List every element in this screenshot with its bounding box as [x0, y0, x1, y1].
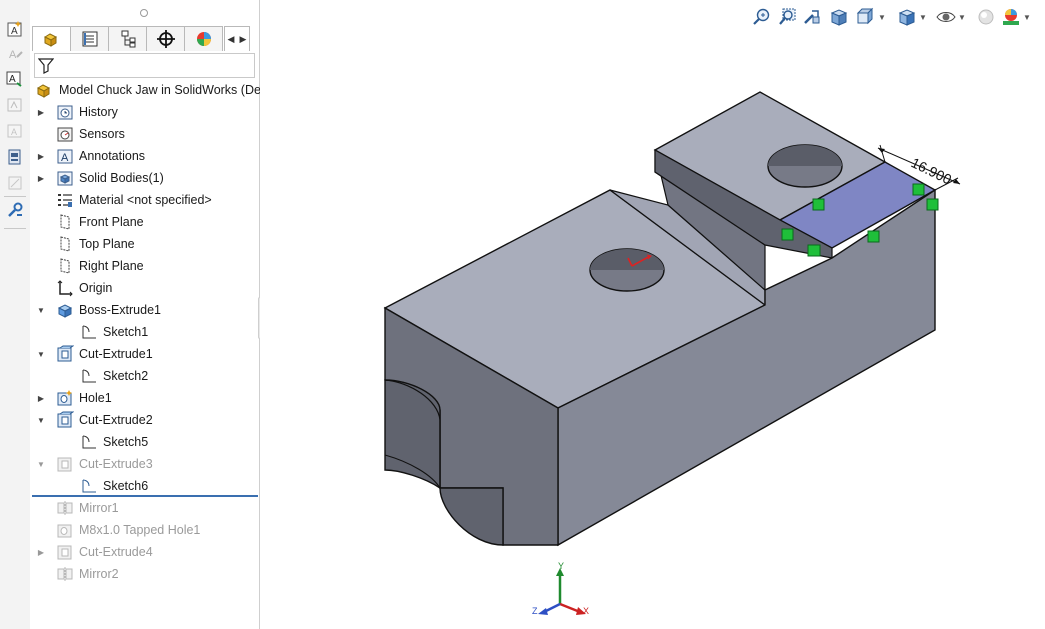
expand-arrow-icon[interactable]: ▶ — [36, 393, 46, 403]
expand-arrow-icon[interactable]: ▶ — [36, 151, 46, 161]
sensors-icon — [56, 125, 74, 143]
part-icon — [36, 81, 54, 99]
svg-text:A: A — [9, 74, 16, 85]
tree-item-hole1[interactable]: ▶ Hole1 — [36, 387, 112, 409]
smart-dimension-icon[interactable]: A — [4, 19, 25, 39]
svg-text:A: A — [9, 49, 17, 61]
plane-icon — [56, 257, 74, 275]
triad-z-label: Z — [532, 606, 538, 616]
tree-item-front-plane[interactable]: Front Plane — [56, 211, 144, 233]
tree-item-mirror1[interactable]: Mirror1 — [56, 497, 119, 519]
tree-root-part[interactable]: Model Chuck Jaw in SolidWorks (Defa — [36, 79, 271, 101]
annotation-properties-icon[interactable] — [4, 200, 25, 220]
hole-icon — [56, 389, 74, 407]
tree-filter-input[interactable] — [34, 53, 255, 78]
tab-scroll-arrows: ◀ ▶ — [224, 26, 250, 51]
tree-item-mirror2[interactable]: Mirror2 — [56, 563, 119, 585]
collapse-arrow-icon[interactable]: ▼ — [36, 459, 46, 469]
tree-item-cut-extrude1[interactable]: ▼ Cut-Extrude1 — [36, 343, 153, 365]
weld-symbol-icon[interactable] — [4, 173, 25, 193]
solid-bodies-icon — [56, 169, 74, 187]
cut-extrude-icon — [56, 543, 74, 561]
tree-item-material[interactable]: Material <not specified> — [56, 189, 212, 211]
tree-item-solid-bodies[interactable]: ▶ Solid Bodies(1) — [36, 167, 164, 189]
tab-configuration-manager[interactable] — [108, 26, 147, 51]
property-manager-icon — [82, 31, 97, 47]
tree-item-annotations[interactable]: ▶ A Annotations — [36, 145, 145, 167]
chuck-jaw-model[interactable]: 16.900 — [260, 0, 1045, 629]
collapse-arrow-icon[interactable]: ▼ — [36, 305, 46, 315]
tree-item-origin[interactable]: Origin — [56, 277, 112, 299]
sketch-icon — [80, 433, 98, 451]
tree-item-cut-extrude3[interactable]: ▼ Cut-Extrude3 — [36, 453, 153, 475]
expand-arrow-icon[interactable]: ▶ — [36, 107, 46, 117]
origin-icon — [56, 279, 74, 297]
tree-item-sketch1[interactable]: Sketch1 — [80, 321, 148, 343]
sketch-icon — [80, 477, 98, 495]
toolbar-divider — [4, 228, 26, 229]
geometric-tolerance-icon[interactable] — [4, 95, 25, 115]
tree-item-tapped-hole1[interactable]: M8x1.0 Tapped Hole1 — [56, 519, 200, 541]
boss-extrude-icon — [56, 301, 74, 319]
tab-display-manager[interactable] — [184, 26, 223, 51]
tree-item-right-plane[interactable]: Right Plane — [56, 255, 144, 277]
cut-extrude-icon — [56, 345, 74, 363]
reference-triad: Y X Z — [532, 561, 589, 616]
auto-balloon-icon[interactable]: A — [4, 69, 25, 89]
tree-item-boss-extrude1[interactable]: ▼ Boss-Extrude1 — [36, 299, 161, 321]
cut-extrude-icon — [56, 411, 74, 429]
mirror-icon — [56, 499, 74, 517]
triad-x-label: X — [583, 606, 589, 616]
expand-arrow-icon[interactable]: ▶ — [36, 547, 46, 557]
tree-item-cut-extrude2[interactable]: ▼ Cut-Extrude2 — [36, 409, 153, 431]
tab-feature-manager[interactable] — [32, 26, 71, 51]
tree-item-top-plane[interactable]: Top Plane — [56, 233, 135, 255]
dimxpert-crosshair-icon — [156, 30, 175, 48]
annotations-icon: A — [56, 147, 74, 165]
tree-root-label: Model Chuck Jaw in SolidWorks (Defa — [59, 83, 272, 97]
svg-text:A: A — [11, 26, 18, 37]
sketch-icon — [80, 367, 98, 385]
filter-funnel-icon — [38, 58, 54, 74]
material-icon — [56, 191, 74, 209]
collapse-arrow-icon[interactable]: ▼ — [36, 415, 46, 425]
tree-item-history[interactable]: ▶ History — [36, 101, 118, 123]
tab-property-manager[interactable] — [70, 26, 109, 51]
surface-finish-icon[interactable]: A — [4, 121, 25, 141]
sketch-icon — [80, 323, 98, 341]
datum-feature-icon[interactable] — [4, 147, 25, 167]
history-icon — [56, 103, 74, 121]
plane-icon — [56, 235, 74, 253]
tree-item-cut-extrude4[interactable]: ▶ Cut-Extrude4 — [36, 541, 153, 563]
triad-y-label: Y — [558, 561, 564, 571]
display-manager-icon — [196, 32, 211, 46]
mirror-icon — [56, 565, 74, 583]
note-icon[interactable]: A — [4, 44, 25, 64]
expand-arrow-icon[interactable]: ▶ — [36, 173, 46, 183]
graphics-viewport[interactable]: ▼ ▼ ▼ ▼ 16.900 Y X Z — [260, 0, 1045, 629]
tab-scroll-right-icon[interactable]: ▶ — [237, 27, 249, 51]
cut-extrude-icon — [56, 455, 74, 473]
collapse-arrow-icon[interactable]: ▼ — [36, 349, 46, 359]
toolbar-divider — [4, 196, 26, 197]
tree-item-sketch5[interactable]: Sketch5 — [80, 431, 148, 453]
svg-text:A: A — [11, 127, 17, 137]
feature-manager-icon — [43, 33, 57, 47]
panel-drag-handle[interactable] — [140, 9, 148, 17]
left-command-toolbar: A A A A — [0, 0, 31, 629]
feature-manager-panel: ◀ ▶ Model Chuck Jaw in SolidWorks (Defa … — [30, 0, 271, 629]
tree-item-sketch6[interactable]: Sketch6 — [80, 475, 148, 497]
tree-item-sketch2[interactable]: Sketch2 — [80, 365, 148, 387]
tapped-hole-icon — [56, 521, 74, 539]
svg-text:A: A — [61, 152, 69, 164]
configuration-manager-icon — [121, 30, 135, 48]
manager-tabs: ◀ ▶ — [32, 26, 257, 52]
tree-item-sensors[interactable]: Sensors — [56, 123, 125, 145]
tab-dimxpert-manager[interactable] — [146, 26, 185, 51]
tab-scroll-left-icon[interactable]: ◀ — [225, 27, 237, 51]
plane-icon — [56, 213, 74, 231]
